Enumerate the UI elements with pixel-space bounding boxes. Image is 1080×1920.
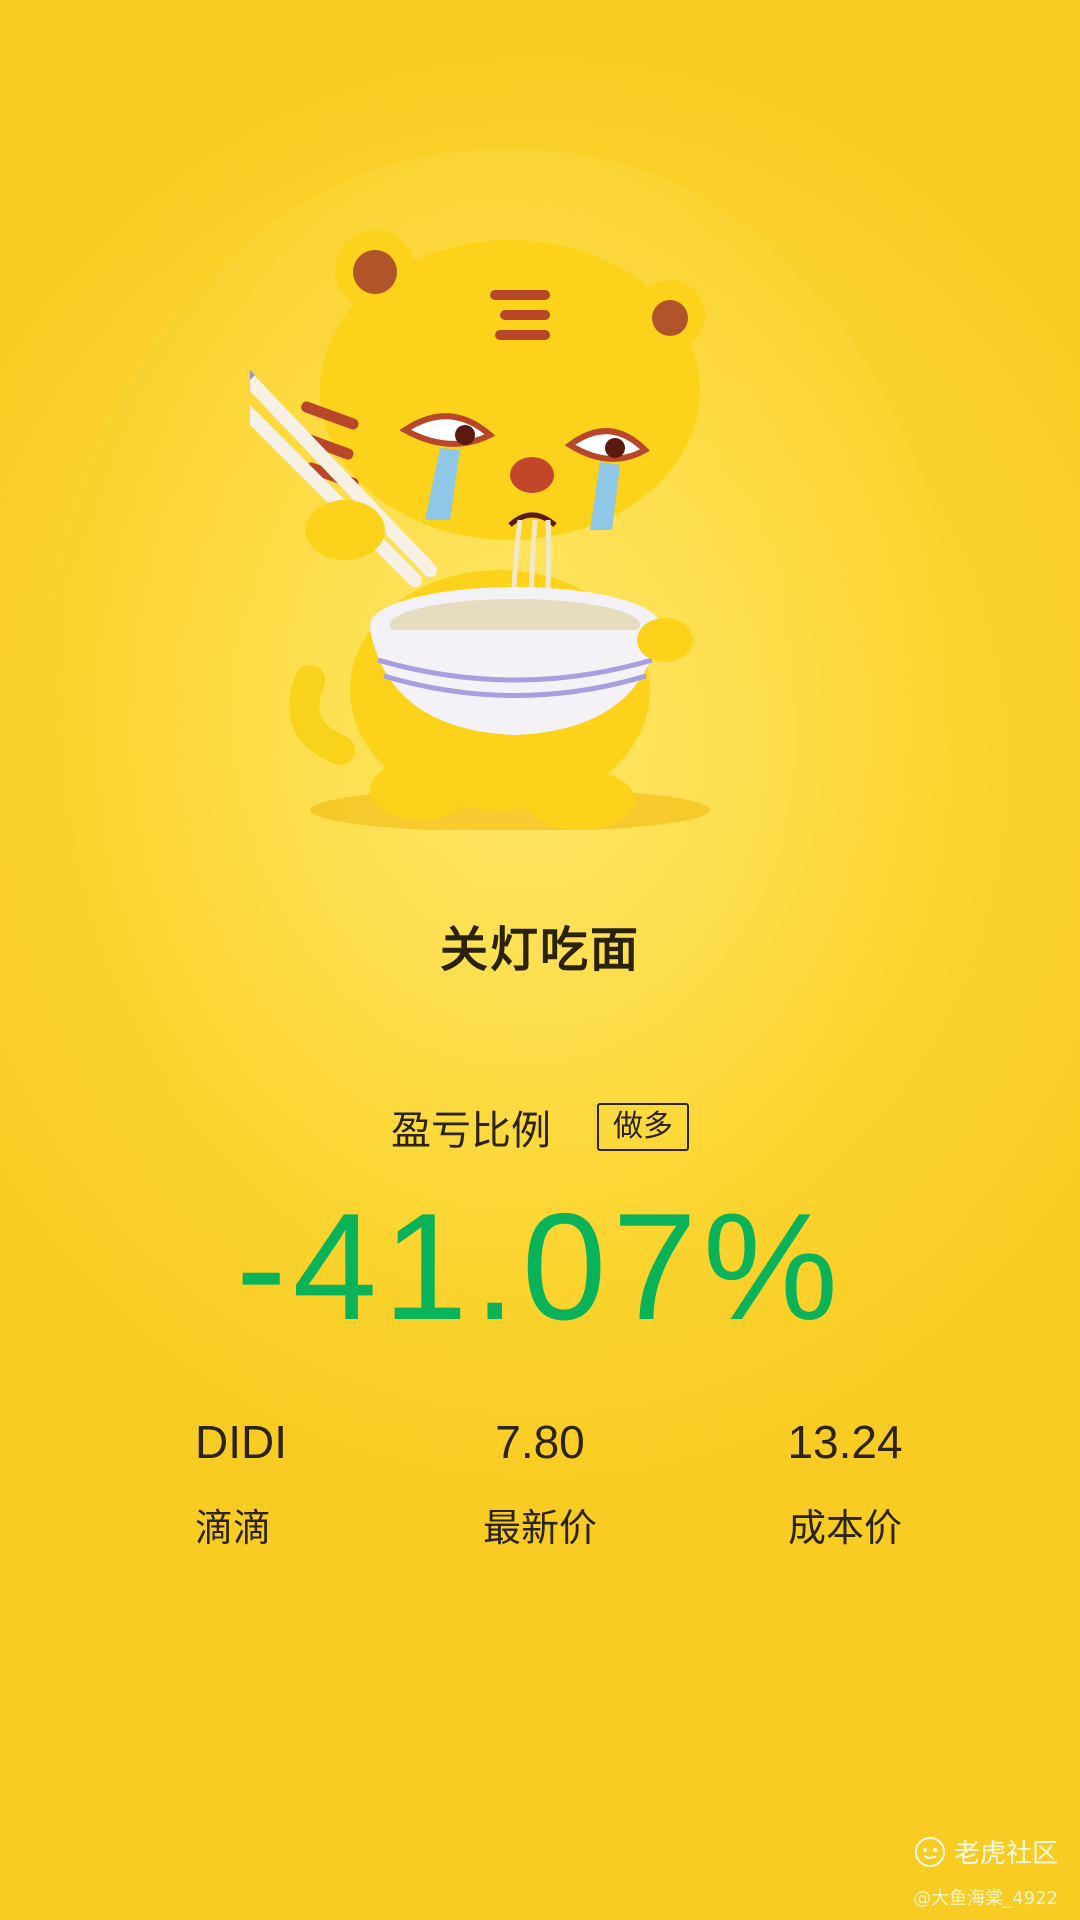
stat-cost-price: 13.24 成本价 (760, 1415, 930, 1552)
profit-loss-ratio-label: 盈亏比例 (391, 1108, 551, 1154)
watermark-username: @大鱼海棠_4922 (913, 1888, 1058, 1909)
stat-ticker: DIDI 滴滴 (195, 1415, 287, 1552)
tiger-community-watermark: 老虎社区 (914, 1833, 1058, 1870)
sad-tiger-eating-noodles-illustration (250, 230, 710, 830)
profit-loss-percent: -41.07% (235, 1182, 845, 1352)
stat-latest-price: 7.80 最新价 (440, 1415, 640, 1552)
profit-loss-ratio-row: 盈亏比例 做多 (0, 1098, 1080, 1156)
latest-price-value: 7.80 (495, 1416, 585, 1468)
tiger-logo-icon (914, 1836, 945, 1867)
cost-price-label: 成本价 (787, 1506, 902, 1550)
position-direction-badge: 做多 (597, 1103, 689, 1151)
brand-name: 老虎社区 (953, 1839, 1058, 1869)
stock-name: 滴滴 (195, 1506, 272, 1550)
cost-price-value: 13.24 (787, 1416, 903, 1468)
page-title: 关灯吃面 (439, 922, 640, 978)
latest-price-label: 最新价 (482, 1506, 597, 1550)
stock-ticker: DIDI (195, 1416, 287, 1468)
